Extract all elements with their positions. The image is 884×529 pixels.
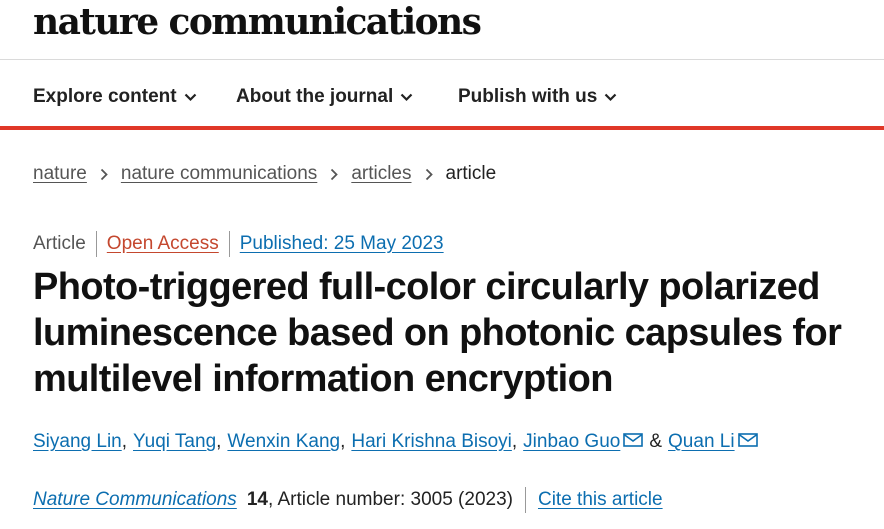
open-access-link[interactable]: Open Access [107, 233, 219, 255]
author-separator: , [511, 431, 518, 452]
author-link[interactable]: Wenxin Kang [227, 429, 340, 455]
chevron-down-icon [605, 93, 617, 101]
volume-number: 14 [246, 489, 268, 510]
nav-item-label: Explore content [33, 86, 177, 107]
chevron-down-icon [184, 93, 196, 101]
author-separator: , [340, 431, 346, 452]
main-navigation: Explore content About the journal Publis… [0, 61, 884, 130]
published-date-link[interactable]: Published: 25 May 2023 [240, 233, 444, 255]
chevron-right-icon [330, 168, 339, 181]
article-number: , Article number: 3005 (2023) [267, 489, 513, 510]
meta-divider [228, 231, 230, 257]
site-header: nature communications [0, 0, 884, 60]
author-link[interactable]: Hari Krishna Bisoyi [351, 429, 512, 455]
citation-divider [524, 487, 526, 513]
breadcrumb-nature[interactable]: nature [33, 163, 87, 185]
article-meta: Article Open Access Published: 25 May 20… [33, 231, 444, 257]
article-title: Photo-triggered full-color circularly po… [33, 266, 842, 400]
nav-about-the-journal[interactable]: About the journal [236, 85, 413, 109]
author-link[interactable]: Yuqi Tang [133, 429, 216, 455]
nav-item-label: About the journal [236, 86, 394, 107]
author-separator: , [121, 431, 128, 452]
breadcrumb-current: article [445, 163, 497, 184]
journal-name-link[interactable]: Nature Communications [33, 489, 237, 511]
author-link[interactable]: Quan Li [668, 429, 735, 455]
nav-publish-with-us[interactable]: Publish with us [458, 85, 617, 109]
mail-icon[interactable] [737, 429, 758, 455]
author-list: Siyang Lin, Yuqi Tang, Wenxin Kang, Hari… [33, 429, 873, 455]
chevron-right-icon [425, 168, 433, 181]
cite-this-article-link[interactable]: Cite this article [538, 489, 663, 511]
breadcrumb-nature-communications[interactable]: nature communications [121, 163, 317, 185]
journal-logo[interactable]: nature communications [33, 2, 482, 42]
author-separator: , [216, 431, 222, 452]
author-link[interactable]: Jinbao Guo [523, 429, 620, 455]
nav-explore-content[interactable]: Explore content [33, 85, 197, 109]
chevron-down-icon [400, 93, 413, 101]
article-type: Article [33, 233, 86, 254]
author-link[interactable]: Siyang Lin [33, 429, 122, 455]
meta-divider [95, 231, 97, 257]
chevron-right-icon [100, 168, 108, 181]
author-joiner: & [649, 431, 663, 452]
mail-icon[interactable] [623, 429, 644, 455]
nav-item-label: Publish with us [458, 86, 598, 107]
citation-line: Nature Communications 14 , Article numbe… [33, 487, 663, 513]
breadcrumb: nature nature communications articles ar… [33, 162, 496, 186]
breadcrumb-articles[interactable]: articles [351, 163, 411, 185]
